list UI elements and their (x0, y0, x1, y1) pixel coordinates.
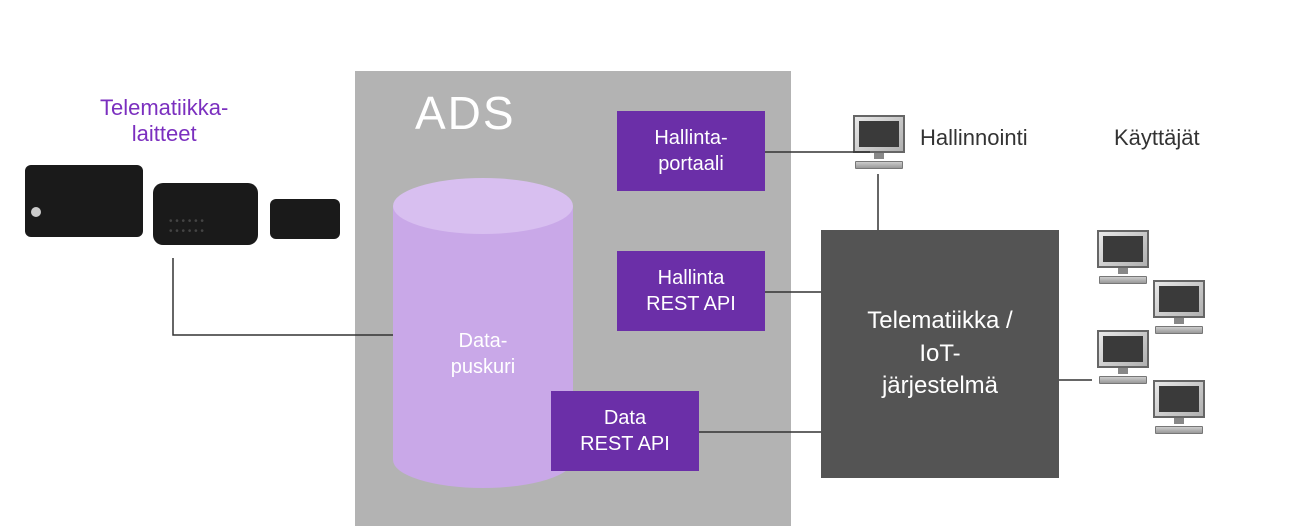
telematics-iot-system-box: Telematiikka / IoT- järjestelmä (821, 230, 1059, 478)
device-icon-3 (270, 199, 340, 239)
computer-icon-user-3 (1092, 330, 1154, 388)
computer-icon-user-1 (1092, 230, 1154, 288)
users-label: Käyttäjät (1114, 125, 1200, 151)
devices-label-l2: laitteet (132, 121, 197, 146)
data-buffer-label: Data- puskuri (393, 328, 573, 380)
device-icon-2 (153, 183, 258, 245)
ads-container: ADS Data- puskuri Hallinta- portaali Hal… (355, 71, 791, 526)
ads-title: ADS (415, 86, 516, 140)
data-buffer-cylinder: Data- puskuri (393, 178, 573, 488)
computer-icon-user-2 (1148, 280, 1210, 338)
computer-icon-admin (848, 115, 910, 173)
data-rest-api-box: Data REST API (551, 391, 699, 471)
devices-label: Telematiikka- laitteet (100, 95, 228, 148)
management-portal-box: Hallinta- portaali (617, 111, 765, 191)
admin-label: Hallinnointi (920, 125, 1028, 151)
computer-icon-user-4 (1148, 380, 1210, 438)
device-icon-1 (25, 165, 143, 237)
management-rest-api-box: Hallinta REST API (617, 251, 765, 331)
devices-label-l1: Telematiikka- (100, 95, 228, 120)
telematics-devices-group (25, 165, 335, 260)
